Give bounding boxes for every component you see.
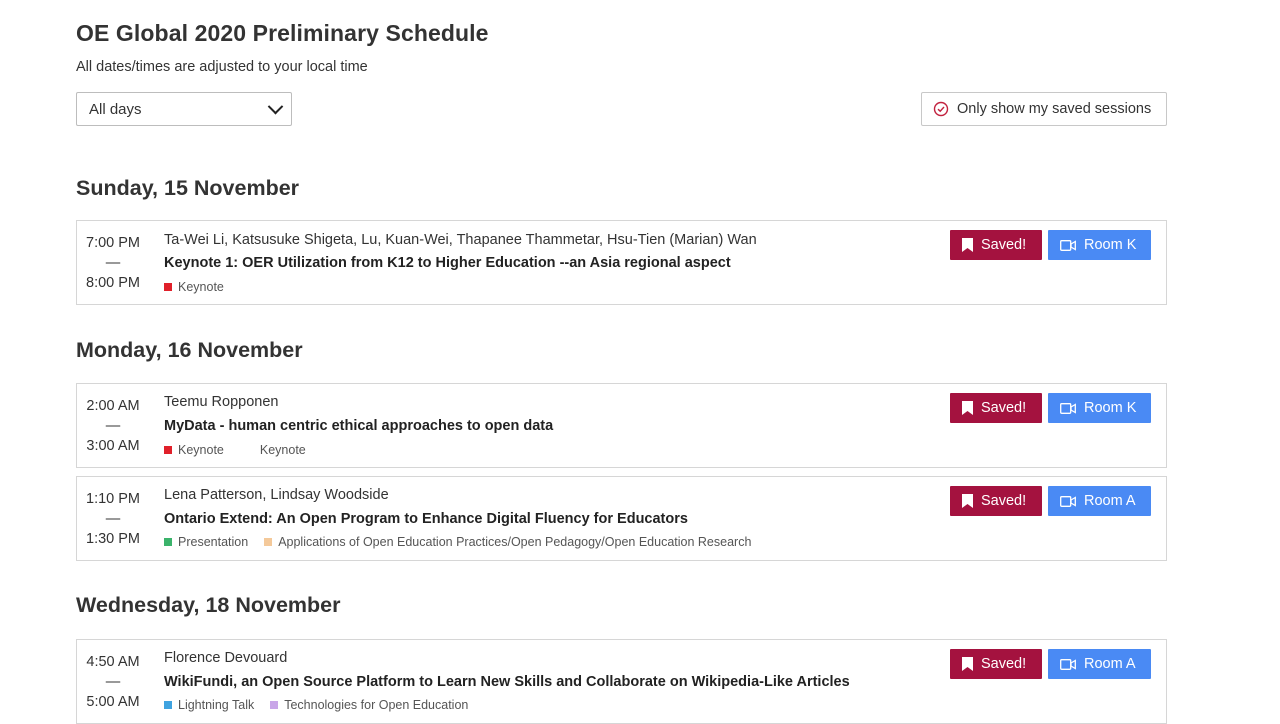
- tag-presentation[interactable]: Presentation: [164, 535, 248, 549]
- room-button-label: Room K: [1084, 237, 1137, 253]
- bookmark-icon: [962, 238, 973, 252]
- bookmark-icon: [962, 401, 973, 415]
- tag-technologies[interactable]: Technologies for Open Education: [270, 698, 468, 712]
- session-card[interactable]: 4:50 AM — 5:00 AM Florence Devouard Wiki…: [76, 639, 1167, 724]
- room-button[interactable]: Room A: [1048, 649, 1151, 679]
- end-time: 1:30 PM: [86, 531, 140, 547]
- end-time: 5:00 AM: [86, 694, 140, 710]
- end-time: 8:00 PM: [86, 275, 140, 291]
- video-camera-icon: [1060, 658, 1076, 670]
- schedule-page: OE Global 2020 Preliminary Schedule All …: [0, 0, 1280, 724]
- session-title[interactable]: Keynote 1: OER Utilization from K12 to H…: [164, 255, 731, 271]
- page-title: OE Global 2020 Preliminary Schedule: [76, 20, 489, 46]
- check-circle-icon: [933, 101, 949, 117]
- tag-color-swatch: [264, 538, 273, 546]
- room-button[interactable]: Room A: [1048, 486, 1151, 516]
- room-button-label: Room A: [1084, 656, 1136, 672]
- end-time: 3:00 AM: [86, 438, 140, 454]
- tag-label: Keynote: [259, 443, 306, 457]
- bookmark-icon: [962, 657, 973, 671]
- session-speakers: Lena Patterson, Lindsay Woodside: [164, 487, 389, 503]
- day-heading: Monday, 16 November: [76, 338, 303, 362]
- room-button[interactable]: Room K: [1048, 393, 1151, 423]
- video-camera-icon: [1060, 495, 1076, 507]
- room-button-label: Room K: [1084, 400, 1137, 416]
- start-time: 2:00 AM: [86, 398, 140, 414]
- session-time: 4:50 AM — 5:00 AM: [85, 652, 141, 712]
- tag-label: Presentation: [178, 535, 249, 549]
- saved-sessions-toggle-label: Only show my saved sessions: [957, 101, 1152, 117]
- session-title[interactable]: MyData - human centric ethical approache…: [164, 418, 553, 434]
- chevron-down-icon: [267, 98, 284, 114]
- video-camera-icon: [1060, 402, 1076, 414]
- day-filter-value: All days: [89, 100, 142, 118]
- tag-keynote[interactable]: Keynote: [164, 443, 224, 457]
- day-filter-select[interactable]: All days: [76, 92, 292, 126]
- session-speakers: Teemu Ropponen: [164, 394, 279, 410]
- tag-color-swatch: [246, 446, 254, 454]
- tag-applications[interactable]: Applications of Open Education Practices…: [264, 535, 751, 549]
- tag-label: Keynote: [178, 443, 224, 457]
- tag-color-swatch: [164, 283, 172, 291]
- saved-button-label: Saved!: [981, 237, 1027, 253]
- time-separator: —: [105, 418, 121, 434]
- tag-label: Applications of Open Education Practices…: [278, 535, 752, 549]
- session-tags: Keynote: [164, 280, 224, 294]
- tag-color-swatch: [164, 446, 172, 454]
- session-time: 7:00 PM — 8:00 PM: [85, 233, 141, 293]
- tag-keynote[interactable]: Keynote: [246, 443, 306, 457]
- session-tags: Presentation Applications of Open Educat…: [164, 535, 751, 549]
- session-time: 1:10 PM — 1:30 PM: [85, 489, 141, 549]
- session-time: 2:00 AM — 3:00 AM: [85, 396, 141, 456]
- tag-color-swatch: [164, 701, 172, 709]
- session-card[interactable]: 2:00 AM — 3:00 AM Teemu Ropponen MyData …: [76, 383, 1167, 468]
- start-time: 7:00 PM: [86, 235, 140, 251]
- saved-button[interactable]: Saved!: [950, 393, 1042, 423]
- day-heading: Wednesday, 18 November: [76, 593, 341, 617]
- saved-button[interactable]: Saved!: [950, 486, 1042, 516]
- tag-lightning-talk[interactable]: Lightning Talk: [164, 698, 254, 712]
- session-card[interactable]: 1:10 PM — 1:30 PM Lena Patterson, Lindsa…: [76, 476, 1167, 561]
- tag-color-swatch: [164, 538, 172, 546]
- saved-button[interactable]: Saved!: [950, 649, 1042, 679]
- session-title[interactable]: WikiFundi, an Open Source Platform to Le…: [164, 674, 850, 690]
- saved-button-label: Saved!: [981, 493, 1027, 509]
- time-separator: —: [105, 674, 121, 690]
- saved-sessions-toggle[interactable]: Only show my saved sessions: [921, 92, 1167, 126]
- session-speakers: Florence Devouard: [164, 650, 288, 666]
- time-separator: —: [105, 255, 121, 271]
- time-separator: —: [105, 511, 121, 527]
- saved-button-label: Saved!: [981, 656, 1027, 672]
- room-button[interactable]: Room K: [1048, 230, 1151, 260]
- session-speakers: Ta-Wei Li, Katsusuke Shigeta, Lu, Kuan-W…: [164, 232, 757, 248]
- day-heading: Sunday, 15 November: [76, 176, 300, 200]
- session-title[interactable]: Ontario Extend: An Open Program to Enhan…: [164, 511, 688, 527]
- start-time: 1:10 PM: [86, 491, 140, 507]
- tag-label: Technologies for Open Education: [284, 698, 469, 712]
- bookmark-icon: [962, 494, 973, 508]
- session-card[interactable]: 7:00 PM — 8:00 PM Ta-Wei Li, Katsusuke S…: [76, 220, 1167, 305]
- start-time: 4:50 AM: [86, 654, 140, 670]
- session-tags: Keynote Keynote: [164, 443, 306, 457]
- tag-color-swatch: [270, 701, 279, 709]
- session-tags: Lightning Talk Technologies for Open Edu…: [164, 698, 468, 712]
- tag-label: Lightning Talk: [178, 698, 255, 712]
- tag-keynote[interactable]: Keynote: [164, 280, 224, 294]
- saved-button-label: Saved!: [981, 400, 1027, 416]
- room-button-label: Room A: [1084, 493, 1136, 509]
- saved-button[interactable]: Saved!: [950, 230, 1042, 260]
- timezone-note: All dates/times are adjusted to your loc…: [76, 59, 368, 75]
- tag-label: Keynote: [178, 280, 224, 294]
- video-camera-icon: [1060, 239, 1076, 251]
